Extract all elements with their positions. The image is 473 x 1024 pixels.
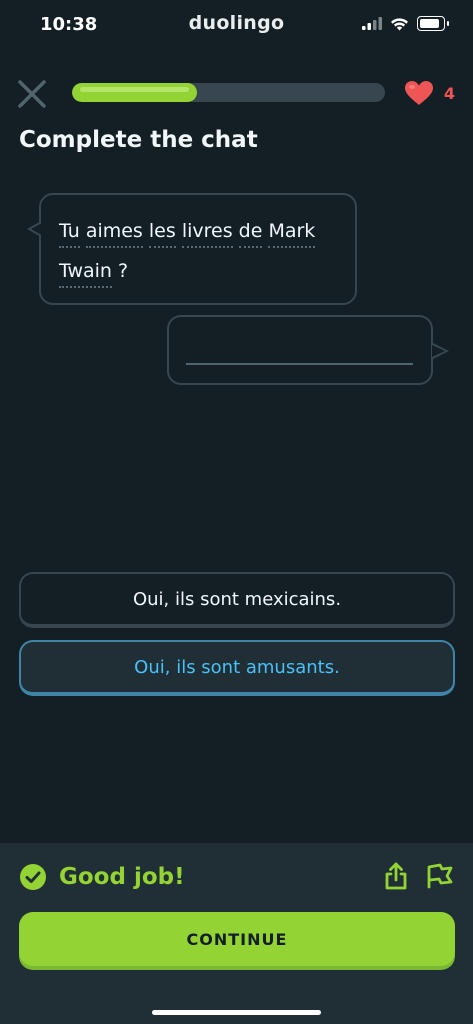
feedback-panel: Good job! CONTINUE [0,843,473,1024]
bubble-tail-inner [432,345,445,357]
answer-option-selected[interactable]: Oui, ils sont amusants. [19,640,455,696]
flag-icon[interactable] [425,861,455,889]
answer-chat-bubble [167,315,449,385]
prompt-punctuation: ? [118,260,129,282]
prompt-chat-bubble: Tu aimes les livres de Mark Twain ? [27,193,357,305]
wifi-icon [391,17,408,30]
status-bar: 10:38 duolingo [0,0,473,50]
feedback-message: Good job! [59,864,185,890]
prompt-word[interactable]: livres [181,220,233,248]
continue-button[interactable]: CONTINUE [19,912,455,966]
signal-icon [362,17,382,30]
prompt-word[interactable]: les [148,220,176,248]
feedback-status: Good job! [19,863,185,891]
prompt-word[interactable]: de [238,220,263,248]
close-icon[interactable] [16,78,48,110]
lesson-progress-bar [72,83,385,102]
status-icons [362,16,449,31]
prompt-word[interactable]: Mark [268,220,316,248]
prompt-word[interactable]: aimes [85,220,143,248]
prompt-word[interactable]: Twain [59,260,112,288]
home-indicator[interactable] [152,1010,321,1015]
hearts-count: 4 [443,83,455,103]
page-title: Complete the chat [19,127,258,153]
heart-icon [404,81,433,105]
prompt-text: Tu aimes les livres de Mark Twain ? [59,211,337,291]
battery-tip [447,21,449,26]
hearts-counter[interactable]: 4 [404,80,455,106]
check-circle-icon [20,864,46,890]
prompt-word[interactable]: Tu [59,220,80,248]
answer-option[interactable]: Oui, ils sont mexicains. [19,572,455,628]
lesson-progress-fill [72,83,198,102]
answer-blank [186,363,413,365]
bubble-tail-inner [31,223,42,235]
battery-icon [417,16,445,31]
share-icon[interactable] [382,861,410,891]
